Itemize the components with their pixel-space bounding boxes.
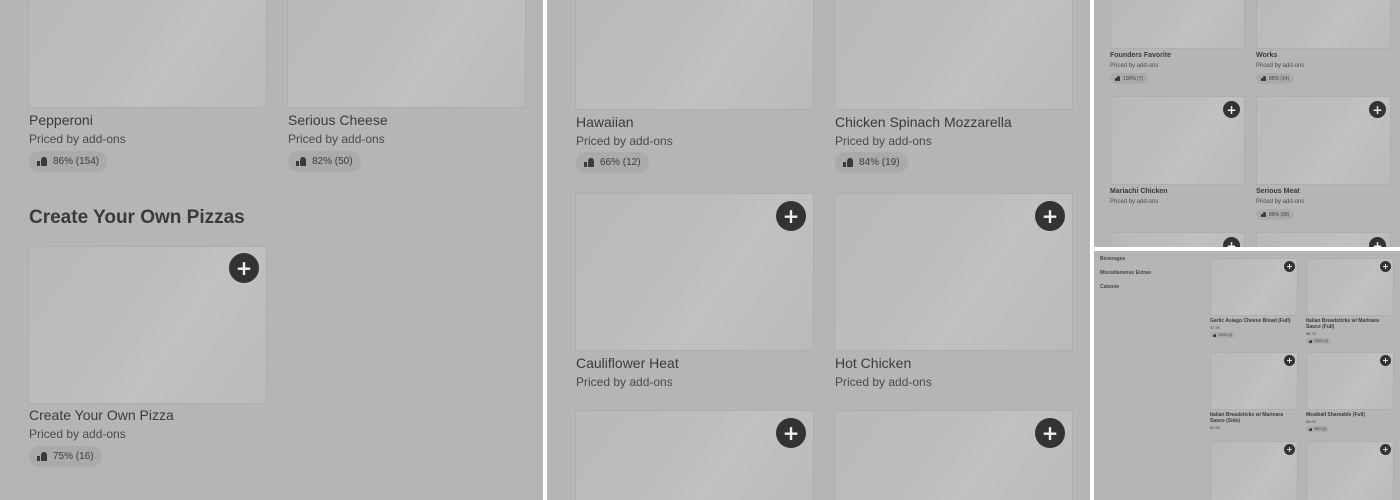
rating-text: 85% (14) <box>1269 75 1290 82</box>
category-link-calzone[interactable]: Calzone <box>1100 284 1119 290</box>
item-price: Priced by add-ons <box>576 375 673 389</box>
rating-text: 86% (154) <box>53 156 100 167</box>
item-price: $3.50 <box>1210 425 1221 430</box>
rating-text: 66% (12) <box>600 157 641 168</box>
add-to-cart-button[interactable]: + <box>1035 201 1065 231</box>
category-link-misc-extras[interactable]: Miscellaneous Extras <box>1100 270 1151 276</box>
item-price: Priced by add-ons <box>1110 63 1159 69</box>
item-image-works[interactable] <box>1256 0 1391 49</box>
item-name[interactable]: Pepperoni <box>29 112 93 128</box>
item-name[interactable]: Serious Meat <box>1256 188 1300 195</box>
rating-text: 89% (28) <box>1269 211 1290 218</box>
rating-badge: 84% (19) <box>835 152 908 173</box>
rating-badge: 75% (16) <box>29 446 102 467</box>
add-to-cart-button[interactable]: + <box>1380 261 1391 272</box>
item-name[interactable]: Mariachi Chicken <box>1110 188 1168 195</box>
rating-badge: 66% (12) <box>576 152 649 173</box>
item-name[interactable]: Create Your Own Pizza <box>29 407 174 423</box>
item-price: $6.75 <box>1306 331 1317 336</box>
item-name[interactable]: Hot Chicken <box>835 355 911 371</box>
thumbs-up-icon <box>584 158 594 167</box>
rating-badge: 100% (7) <box>1110 73 1149 84</box>
rating-badge: 86% (154) <box>29 151 108 172</box>
item-name[interactable]: Works <box>1256 52 1277 59</box>
item-price: Priced by add-ons <box>29 132 126 146</box>
rating-text: 82% (50) <box>312 156 353 167</box>
item-price: $7.50 <box>1210 325 1221 330</box>
menu-panel-3: Founders Favorite Priced by add-ons 100%… <box>1094 0 1400 247</box>
item-image-founders-favorite[interactable] <box>1110 0 1245 49</box>
section-title: Create Your Own Pizzas <box>29 207 245 228</box>
item-price: Priced by add-ons <box>835 375 932 389</box>
item-name[interactable]: Serious Cheese <box>288 112 388 128</box>
add-to-cart-button[interactable]: + <box>1380 444 1391 455</box>
item-name[interactable]: Chicken Spinach Mozzarella <box>835 114 1012 130</box>
item-name[interactable]: Cauliflower Heat <box>576 355 679 371</box>
item-price: Priced by add-ons <box>1256 199 1305 205</box>
thumbs-up-icon <box>843 158 853 167</box>
add-to-cart-button[interactable]: + <box>1380 355 1391 366</box>
item-price: Priced by add-ons <box>1256 63 1305 69</box>
item-price: Priced by add-ons <box>576 134 673 148</box>
thumbs-up-icon <box>1309 339 1312 343</box>
rating-text: 100% (7) <box>1123 75 1144 82</box>
rating-badge: 89% (28) <box>1256 209 1295 220</box>
add-to-cart-button[interactable]: + <box>776 418 806 448</box>
item-image-pepperoni[interactable] <box>28 0 267 108</box>
category-link-beverages[interactable]: Beverages <box>1100 256 1125 262</box>
item-price: $8.00 <box>1306 419 1317 424</box>
thumbs-up-icon <box>1261 212 1266 217</box>
thumbs-up-icon <box>1115 76 1120 81</box>
item-name[interactable]: Garlic Asiago Cheese Bread (Full) <box>1210 318 1298 324</box>
rating-badge: 85% (14) <box>1256 73 1295 84</box>
rating-text: 98% (3) <box>1314 427 1327 431</box>
item-name[interactable]: Italian Breadsticks w/ Marinara Sauce (S… <box>1210 412 1298 424</box>
item-name[interactable]: Meatball Shareable (Full) <box>1306 412 1394 418</box>
rating-badge: 98% (3) <box>1306 426 1330 432</box>
item-name[interactable]: Founders Favorite <box>1110 52 1171 59</box>
item-image-chicken-spinach[interactable] <box>834 0 1073 110</box>
item-price: Priced by add-ons <box>29 427 126 441</box>
add-to-cart-button[interactable]: + <box>1223 237 1240 247</box>
add-to-cart-button[interactable]: + <box>1284 261 1295 272</box>
rating-badge: 100% (4) <box>1210 332 1236 338</box>
add-to-cart-button[interactable]: + <box>1223 101 1240 118</box>
menu-panel-2: Hawaiian Priced by add-ons 66% (12) Chic… <box>547 0 1090 500</box>
thumbs-up-icon <box>296 157 306 166</box>
rating-badge: 100% (5) <box>1306 338 1332 344</box>
rating-text: 100% (5) <box>1314 339 1329 343</box>
thumbs-up-icon <box>1213 333 1216 337</box>
thumbs-up-icon <box>37 452 47 461</box>
thumbs-up-icon <box>1309 427 1312 431</box>
item-price: Priced by add-ons <box>288 132 385 146</box>
rating-text: 75% (16) <box>53 451 94 462</box>
add-to-cart-button[interactable]: + <box>1284 444 1295 455</box>
item-name[interactable]: Hawaiian <box>576 114 634 130</box>
rating-text: 84% (19) <box>859 157 900 168</box>
rating-badge: 82% (50) <box>288 151 361 172</box>
menu-panel-4: Beverages Miscellaneous Extras Calzone +… <box>1094 251 1400 500</box>
item-price: Priced by add-ons <box>835 134 932 148</box>
add-to-cart-button[interactable]: + <box>1369 101 1386 118</box>
add-to-cart-button[interactable]: + <box>229 253 259 283</box>
thumbs-up-icon <box>1261 76 1266 81</box>
item-image-hawaiian[interactable] <box>575 0 814 110</box>
rating-text: 100% (4) <box>1218 333 1233 337</box>
add-to-cart-button[interactable]: + <box>1369 237 1386 247</box>
add-to-cart-button[interactable]: + <box>1284 355 1295 366</box>
item-price: Priced by add-ons <box>1110 199 1159 205</box>
thumbs-up-icon <box>37 157 47 166</box>
add-to-cart-button[interactable]: + <box>776 201 806 231</box>
item-image-serious-cheese[interactable] <box>287 0 526 108</box>
add-to-cart-button[interactable]: + <box>1035 418 1065 448</box>
item-name[interactable]: Italian Breadsticks w/ Marinara Sauce (F… <box>1306 318 1394 330</box>
menu-panel-1: Pepperoni Priced by add-ons 86% (154) Se… <box>0 0 543 500</box>
